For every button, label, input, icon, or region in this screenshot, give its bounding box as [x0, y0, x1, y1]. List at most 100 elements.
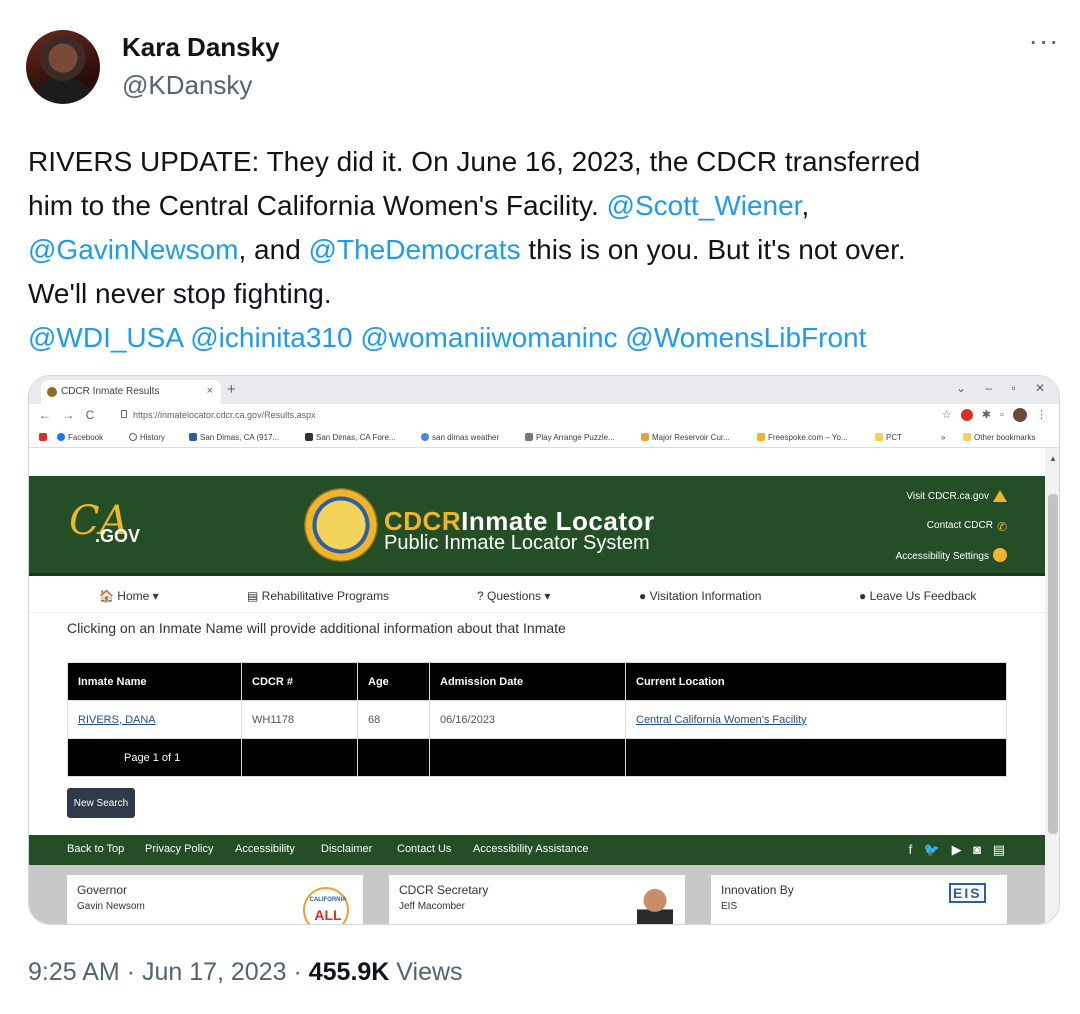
- new-tab-icon[interactable]: +: [227, 381, 236, 398]
- current-location-link[interactable]: Central California Women's Facility: [625, 700, 1007, 739]
- link-text[interactable]: RIVERS, DANA: [78, 714, 156, 726]
- innovation-box[interactable]: Innovation By EIS EIS: [711, 875, 1007, 924]
- column-header[interactable]: Admission Date: [429, 662, 626, 701]
- bookmark-item[interactable]: Freespoke.com – Yo...: [757, 433, 848, 442]
- more-options-icon[interactable]: ···: [1024, 27, 1064, 60]
- nav-leave-feedback[interactable]: ● Leave Us Feedback: [859, 589, 976, 603]
- mention-link[interactable]: @WDI_USA: [28, 322, 182, 353]
- footer-link[interactable]: Accessibility: [235, 843, 295, 855]
- window-controls[interactable]: ⌄ – ▫ ✕: [956, 381, 1045, 395]
- bookmark-item[interactable]: Other bookmarks: [963, 433, 1035, 442]
- bookmark-item[interactable]: Facebook: [57, 433, 103, 442]
- author-handle[interactable]: @KDansky: [122, 70, 252, 101]
- pager-row: Page 1 of 1: [67, 738, 1007, 777]
- link-text[interactable]: Central California Women's Facility: [636, 714, 807, 726]
- tweet-timestamp[interactable]: 9:25 AM · Jun 17, 2023 ·: [28, 958, 309, 986]
- footer-link[interactable]: Back to Top: [67, 843, 124, 855]
- footer-link[interactable]: Contact Us: [397, 843, 451, 855]
- author-name[interactable]: Kara Dansky: [122, 32, 280, 63]
- pager-cell: [357, 738, 430, 777]
- nav-questions[interactable]: ? Questions ▾: [477, 589, 550, 603]
- contact-cdcr-link[interactable]: Contact CDCR ✆: [927, 520, 1007, 534]
- nav-visitation-information[interactable]: ● Visitation Information: [639, 589, 761, 603]
- author-avatar[interactable]: [26, 30, 100, 104]
- logo-text: ALL: [314, 907, 342, 923]
- cdcr-seal-logo: [304, 488, 378, 562]
- link-label: Accessibility Settings: [895, 551, 989, 562]
- accessibility-icon: [993, 548, 1007, 562]
- inmate-name-link[interactable]: RIVERS, DANA: [67, 700, 242, 739]
- mention-link[interactable]: @ichinita310: [190, 322, 352, 353]
- visit-cdcr-link[interactable]: Visit CDCR.ca.gov: [906, 490, 1007, 502]
- mention-link[interactable]: @Scott_Wiener: [607, 190, 802, 221]
- tweet-line: RIVERS UPDATE: They did it. On June 16, …: [28, 146, 921, 177]
- secretary-box[interactable]: CDCR Secretary Jeff Macomber: [389, 875, 685, 924]
- extension-icons[interactable]: ☆ ✱ ▫ ⋮: [942, 408, 1047, 423]
- footer-link[interactable]: Accessibility Assistance: [473, 843, 589, 855]
- accessibility-settings-link[interactable]: Accessibility Settings: [896, 548, 1007, 562]
- bookmark-item[interactable]: san dimas weather: [421, 433, 499, 442]
- tweet-text-fragment: him to the Central California Women's Fa…: [28, 190, 607, 221]
- eis-logo: EIS: [949, 883, 995, 924]
- browser-nav-icons[interactable]: ← → C: [39, 408, 94, 422]
- new-search-button[interactable]: New Search: [67, 788, 135, 818]
- box-title: CDCR Secretary: [399, 883, 489, 897]
- favicon-icon: [47, 387, 57, 397]
- bookmarks-overflow-icon[interactable]: »: [941, 433, 945, 442]
- mention-link[interactable]: @GavinNewsom: [28, 234, 238, 265]
- bookmark-item[interactable]: Major Reservoir Cur...: [641, 433, 730, 442]
- instruction-text: Clicking on an Inmate Name will provide …: [67, 620, 566, 636]
- ca-gov-logo[interactable]: CA .GOV: [69, 498, 149, 553]
- mention-link[interactable]: @WomensLibFront: [625, 322, 866, 353]
- views-count: 455.9K: [308, 958, 390, 986]
- logo-text: EIS: [949, 883, 986, 903]
- views-label: Views: [389, 958, 463, 986]
- column-header[interactable]: Inmate Name: [67, 662, 242, 701]
- bookmark-item[interactable]: Play Arrange Puzzle...: [525, 433, 615, 442]
- footer-links-bar: Back to Top Privacy Policy Accessibility…: [29, 835, 1045, 865]
- footer-link[interactable]: Privacy Policy: [145, 843, 213, 855]
- logo-text: CALIFORNIA: [309, 897, 347, 903]
- column-header[interactable]: Age: [357, 662, 430, 701]
- profile-icon[interactable]: [1012, 408, 1027, 423]
- page-scrollbar[interactable]: ▲: [1045, 448, 1059, 924]
- tweet-text: RIVERS UPDATE: They did it. On June 16, …: [28, 140, 1048, 360]
- column-header[interactable]: Current Location: [625, 662, 1007, 701]
- bookmark-item[interactable]: San Dimas, CA Fore...: [305, 433, 396, 442]
- tweet-line: @GavinNewsom, and @TheDemocrats this is …: [28, 228, 1048, 272]
- governor-box[interactable]: Governor Gavin Newsom CALIFORNIA ALL: [67, 875, 363, 924]
- pager-cell: [625, 738, 1007, 777]
- social-icons[interactable]: f 🐦 ▶ ◙ ▤: [909, 842, 1005, 858]
- scroll-up-icon[interactable]: ▲: [1049, 454, 1057, 463]
- footer-info: Governor Gavin Newsom CALIFORNIA ALL CDC…: [29, 865, 1045, 924]
- tweet-text-fragment: ,: [801, 190, 810, 221]
- stop-extension-icon[interactable]: [960, 409, 973, 422]
- column-header[interactable]: CDCR #: [241, 662, 358, 701]
- tweet-text-fragment: , and: [238, 234, 309, 265]
- browser-tab-strip: CDCR Inmate Results × + ⌄ – ▫ ✕: [29, 376, 1059, 404]
- california-for-all-logo: CALIFORNIA ALL: [303, 887, 349, 924]
- admission-date: 06/16/2023: [429, 700, 626, 739]
- bookmark-item[interactable]: History: [129, 433, 165, 442]
- bookmark-item[interactable]: San Dimas, CA (917...: [189, 433, 279, 442]
- logo-gov: .GOV: [95, 526, 141, 546]
- pager-cell: [241, 738, 358, 777]
- url-field[interactable]: https://inmatelocator.cdcr.ca.gov/Result…: [133, 410, 316, 420]
- nav-rehabilitative-programs[interactable]: ▤ Rehabilitative Programs: [247, 589, 389, 603]
- mention-link[interactable]: @womaniiwomaninc: [360, 322, 617, 353]
- footer-link[interactable]: Disclaimer: [321, 843, 372, 855]
- youtube-icon[interactable]: [39, 433, 50, 442]
- tweet-line: We'll never stop fighting.: [28, 278, 332, 309]
- scroll-thumb[interactable]: [1048, 494, 1058, 834]
- tweet-mentions-line: @WDI_USA @ichinita310 @womaniiwomaninc @…: [28, 316, 1048, 360]
- phone-icon: ✆: [996, 520, 1007, 534]
- bookmark-item[interactable]: PCT: [875, 433, 902, 442]
- browser-tab[interactable]: CDCR Inmate Results ×: [41, 380, 221, 404]
- tweet-image[interactable]: CDCR Inmate Results × + ⌄ – ▫ ✕ ← → C ht…: [28, 375, 1060, 925]
- cdcr-number: WH1178: [241, 700, 358, 739]
- close-tab-icon[interactable]: ×: [207, 385, 213, 397]
- mention-link[interactable]: @TheDemocrats: [309, 234, 521, 265]
- table-row: RIVERS, DANA WH1178 68 06/16/2023 Centra…: [67, 700, 1007, 739]
- nav-home[interactable]: 🏠 Home ▾: [99, 589, 159, 603]
- link-label: Contact CDCR: [926, 520, 993, 531]
